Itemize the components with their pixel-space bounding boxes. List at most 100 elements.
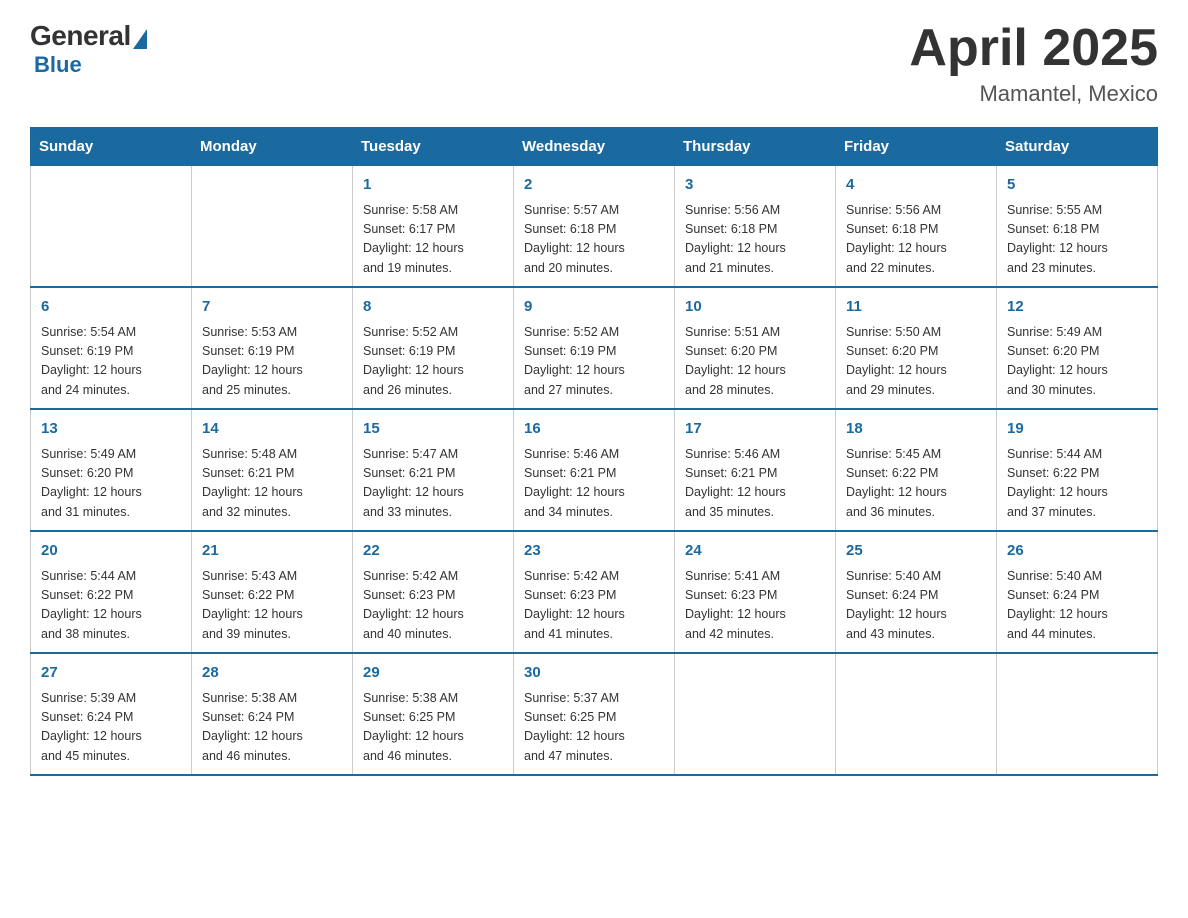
calendar-cell: 6 Sunrise: 5:54 AMSunset: 6:19 PMDaylight… — [31, 287, 192, 409]
title-block: April 2025 Mamantel, Mexico — [909, 20, 1158, 107]
calendar-title: April 2025 — [909, 20, 1158, 77]
day-info: Sunrise: 5:47 AMSunset: 6:21 PMDaylight:… — [363, 445, 503, 523]
calendar-cell: 27 Sunrise: 5:39 AMSunset: 6:24 PMDayligh… — [31, 653, 192, 775]
day-info: Sunrise: 5:41 AMSunset: 6:23 PMDaylight:… — [685, 567, 825, 645]
day-number: 22 — [363, 540, 503, 563]
logo: General Blue — [30, 20, 147, 78]
weekday-header-friday: Friday — [836, 128, 997, 166]
calendar-cell: 25Sunrise: 5:40 AMSunset: 6:24 PMDayligh… — [836, 531, 997, 653]
calendar-cell: 8Sunrise: 5:52 AMSunset: 6:19 PMDaylight… — [353, 287, 514, 409]
weekday-header-row: SundayMondayTuesdayWednesdayThursdayFrid… — [31, 128, 1158, 166]
day-info: Sunrise: 5:52 AMSunset: 6:19 PMDaylight:… — [524, 323, 664, 401]
day-number: 20 — [41, 540, 181, 563]
day-info: Sunrise: 5:45 AMSunset: 6:22 PMDaylight:… — [846, 445, 986, 523]
day-number: 18 — [846, 418, 986, 441]
day-number: 5 — [1007, 174, 1147, 197]
calendar-cell — [675, 653, 836, 775]
calendar-cell: 13 Sunrise: 5:49 AMSunset: 6:20 PMDayligh… — [31, 409, 192, 531]
weekday-header-tuesday: Tuesday — [353, 128, 514, 166]
day-info: Sunrise: 5:39 AMSunset: 6:24 PMDaylight:… — [41, 689, 181, 767]
calendar-cell: 17 Sunrise: 5:46 AMSunset: 6:21 PMDayligh… — [675, 409, 836, 531]
day-info: Sunrise: 5:53 AMSunset: 6:19 PMDaylight:… — [202, 323, 342, 401]
day-info: Sunrise: 5:40 AMSunset: 6:24 PMDaylight:… — [846, 567, 986, 645]
day-info: Sunrise: 5:56 AMSunset: 6:18 PMDaylight:… — [685, 201, 825, 279]
calendar-cell: 7 Sunrise: 5:53 AMSunset: 6:19 PMDaylight… — [192, 287, 353, 409]
day-number: 6 — [41, 296, 181, 319]
calendar-cell: 22 Sunrise: 5:42 AMSunset: 6:23 PMDayligh… — [353, 531, 514, 653]
day-info: Sunrise: 5:49 AMSunset: 6:20 PMDaylight:… — [41, 445, 181, 523]
calendar-cell: 2Sunrise: 5:57 AMSunset: 6:18 PMDaylight… — [514, 166, 675, 288]
calendar-cell: 28 Sunrise: 5:38 AMSunset: 6:24 PMDayligh… — [192, 653, 353, 775]
calendar-cell: 29Sunrise: 5:38 AMSunset: 6:25 PMDayligh… — [353, 653, 514, 775]
day-info: Sunrise: 5:37 AMSunset: 6:25 PMDaylight:… — [524, 689, 664, 767]
day-info: Sunrise: 5:58 AMSunset: 6:17 PMDaylight:… — [363, 201, 503, 279]
logo-triangle-icon — [133, 29, 147, 49]
day-info: Sunrise: 5:54 AMSunset: 6:19 PMDaylight:… — [41, 323, 181, 401]
day-info: Sunrise: 5:43 AMSunset: 6:22 PMDaylight:… — [202, 567, 342, 645]
calendar-cell: 12Sunrise: 5:49 AMSunset: 6:20 PMDayligh… — [997, 287, 1158, 409]
calendar-week-row: 6 Sunrise: 5:54 AMSunset: 6:19 PMDaylight… — [31, 287, 1158, 409]
day-number: 3 — [685, 174, 825, 197]
day-number: 13 — [41, 418, 181, 441]
calendar-body: 1 Sunrise: 5:58 AMSunset: 6:17 PMDaylight… — [31, 166, 1158, 776]
calendar-cell: 10 Sunrise: 5:51 AMSunset: 6:20 PMDayligh… — [675, 287, 836, 409]
day-info: Sunrise: 5:38 AMSunset: 6:24 PMDaylight:… — [202, 689, 342, 767]
day-number: 28 — [202, 662, 342, 685]
day-info: Sunrise: 5:42 AMSunset: 6:23 PMDaylight:… — [524, 567, 664, 645]
calendar-table: SundayMondayTuesdayWednesdayThursdayFrid… — [30, 127, 1158, 776]
day-number: 10 — [685, 296, 825, 319]
day-number: 4 — [846, 174, 986, 197]
day-number: 12 — [1007, 296, 1147, 319]
calendar-cell: 18 Sunrise: 5:45 AMSunset: 6:22 PMDayligh… — [836, 409, 997, 531]
calendar-cell: 16 Sunrise: 5:46 AMSunset: 6:21 PMDayligh… — [514, 409, 675, 531]
day-number: 24 — [685, 540, 825, 563]
day-info: Sunrise: 5:55 AMSunset: 6:18 PMDaylight:… — [1007, 201, 1147, 279]
day-number: 16 — [524, 418, 664, 441]
calendar-cell: 23 Sunrise: 5:42 AMSunset: 6:23 PMDayligh… — [514, 531, 675, 653]
weekday-header-saturday: Saturday — [997, 128, 1158, 166]
day-info: Sunrise: 5:46 AMSunset: 6:21 PMDaylight:… — [524, 445, 664, 523]
day-number: 29 — [363, 662, 503, 685]
day-info: Sunrise: 5:50 AMSunset: 6:20 PMDaylight:… — [846, 323, 986, 401]
day-number: 15 — [363, 418, 503, 441]
day-number: 27 — [41, 662, 181, 685]
calendar-cell: 21 Sunrise: 5:43 AMSunset: 6:22 PMDayligh… — [192, 531, 353, 653]
day-info: Sunrise: 5:57 AMSunset: 6:18 PMDaylight:… — [524, 201, 664, 279]
day-number: 30 — [524, 662, 664, 685]
calendar-cell: 11 Sunrise: 5:50 AMSunset: 6:20 PMDayligh… — [836, 287, 997, 409]
day-info: Sunrise: 5:42 AMSunset: 6:23 PMDaylight:… — [363, 567, 503, 645]
calendar-cell: 24 Sunrise: 5:41 AMSunset: 6:23 PMDayligh… — [675, 531, 836, 653]
calendar-cell: 5 Sunrise: 5:55 AMSunset: 6:18 PMDaylight… — [997, 166, 1158, 288]
calendar-week-row: 27 Sunrise: 5:39 AMSunset: 6:24 PMDayligh… — [31, 653, 1158, 775]
day-number: 9 — [524, 296, 664, 319]
calendar-cell: 14 Sunrise: 5:48 AMSunset: 6:21 PMDayligh… — [192, 409, 353, 531]
calendar-cell: 20Sunrise: 5:44 AMSunset: 6:22 PMDayligh… — [31, 531, 192, 653]
calendar-cell: 19Sunrise: 5:44 AMSunset: 6:22 PMDayligh… — [997, 409, 1158, 531]
day-info: Sunrise: 5:46 AMSunset: 6:21 PMDaylight:… — [685, 445, 825, 523]
day-number: 8 — [363, 296, 503, 319]
logo-general-text: General — [30, 20, 131, 52]
day-number: 23 — [524, 540, 664, 563]
page-header: General Blue April 2025 Mamantel, Mexico — [30, 20, 1158, 107]
day-number: 17 — [685, 418, 825, 441]
calendar-cell: 3 Sunrise: 5:56 AMSunset: 6:18 PMDaylight… — [675, 166, 836, 288]
day-number: 21 — [202, 540, 342, 563]
calendar-cell — [836, 653, 997, 775]
day-number: 7 — [202, 296, 342, 319]
calendar-cell: 15 Sunrise: 5:47 AMSunset: 6:21 PMDayligh… — [353, 409, 514, 531]
day-number: 26 — [1007, 540, 1147, 563]
weekday-header-sunday: Sunday — [31, 128, 192, 166]
calendar-cell — [31, 166, 192, 288]
calendar-cell: 4Sunrise: 5:56 AMSunset: 6:18 PMDaylight… — [836, 166, 997, 288]
day-number: 11 — [846, 296, 986, 319]
calendar-cell: 9 Sunrise: 5:52 AMSunset: 6:19 PMDaylight… — [514, 287, 675, 409]
day-info: Sunrise: 5:48 AMSunset: 6:21 PMDaylight:… — [202, 445, 342, 523]
calendar-cell — [192, 166, 353, 288]
day-info: Sunrise: 5:51 AMSunset: 6:20 PMDaylight:… — [685, 323, 825, 401]
day-info: Sunrise: 5:40 AMSunset: 6:24 PMDaylight:… — [1007, 567, 1147, 645]
day-number: 1 — [363, 174, 503, 197]
logo-blue-text: Blue — [34, 52, 82, 78]
calendar-week-row: 1 Sunrise: 5:58 AMSunset: 6:17 PMDaylight… — [31, 166, 1158, 288]
calendar-cell: 30 Sunrise: 5:37 AMSunset: 6:25 PMDayligh… — [514, 653, 675, 775]
day-number: 14 — [202, 418, 342, 441]
